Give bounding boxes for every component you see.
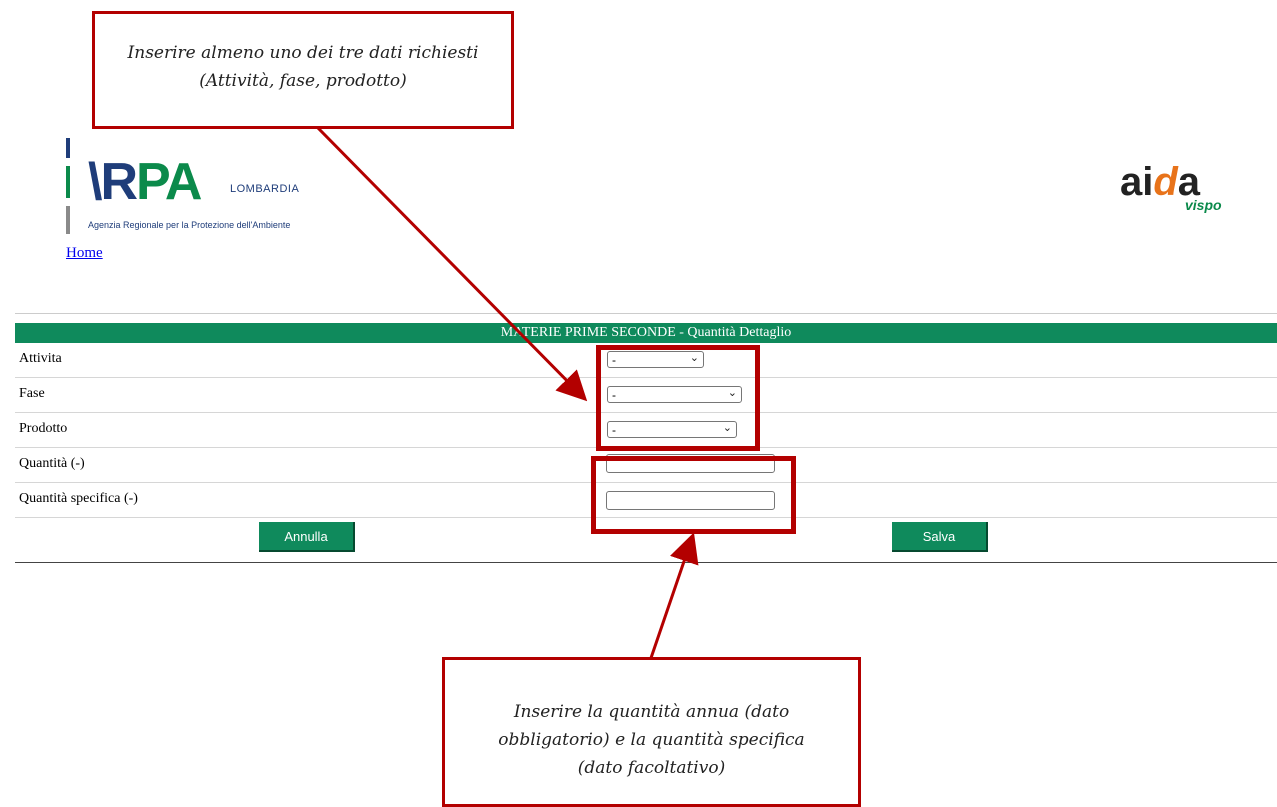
highlight-inputs (591, 456, 796, 534)
callout-top: Inserire almeno uno dei tre dati richies… (92, 11, 514, 129)
arrow-to-selects (316, 126, 588, 402)
callout-bottom: Inserire la quantità annua (dato obbliga… (442, 657, 861, 807)
arrow-to-inputs (649, 532, 699, 659)
highlight-selects (596, 345, 760, 451)
